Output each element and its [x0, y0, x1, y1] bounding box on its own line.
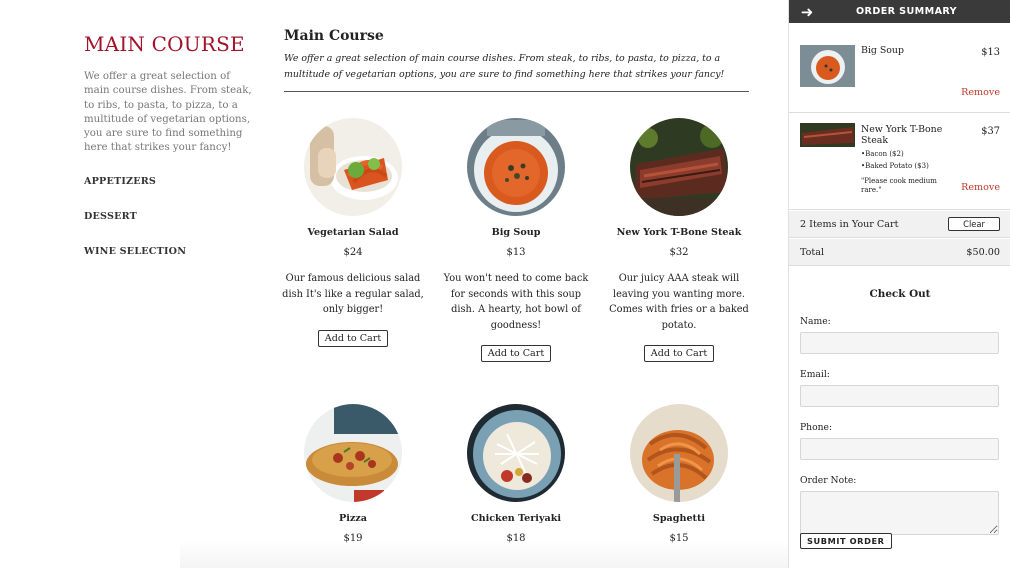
section-lead: We offer a great selection of main cours…	[284, 51, 749, 92]
checkout-form: Check Out Name: Email: Phone: Order Note…	[800, 288, 1000, 539]
order-note-label: Order Note:	[800, 475, 857, 486]
dish-description: Our juicy AAA steak will leaving you wan…	[609, 273, 749, 331]
nav-item-dessert[interactable]: DESSERT	[84, 211, 254, 222]
cart-item-name: Big Soup	[861, 45, 904, 56]
dish-name: Pizza	[339, 513, 367, 524]
clear-cart-button[interactable]: Clear	[948, 217, 1000, 231]
order-note-field[interactable]	[800, 491, 999, 535]
checkout-title: Check Out	[869, 288, 931, 300]
dish-name: Spaghetti	[652, 513, 706, 524]
cart-item-name: New York T-Bone Steak	[861, 124, 943, 146]
cart-item-option: Baked Potato ($3)	[861, 161, 929, 173]
cart-count-bar: 2 Items in Your Cart Clear	[789, 211, 1010, 238]
cart-item-option: Bacon ($2)	[861, 149, 929, 161]
dish-name: Big Soup	[491, 227, 541, 238]
dish-card-pizza: Pizza $19	[277, 404, 429, 544]
steak-photo-icon	[630, 118, 728, 216]
cart-item-options: Bacon ($2) Baked Potato ($3)	[861, 149, 929, 172]
order-summary-header: ➜ ORDER SUMMARY	[789, 0, 1010, 23]
name-label: Name:	[800, 316, 831, 327]
pizza-photo-icon	[304, 404, 402, 502]
order-summary-title: ORDER SUMMARY	[855, 6, 957, 17]
dish-description: Our famous delicious salad dish It's lik…	[282, 273, 424, 315]
salad-photo-icon	[304, 118, 402, 216]
phone-field[interactable]	[800, 438, 999, 460]
email-label: Email:	[800, 369, 830, 380]
cart-count: 2 Items in Your Cart	[800, 218, 899, 230]
category-intro: We offer a great selection of main cours…	[84, 71, 252, 154]
dish-price: $24	[343, 247, 363, 258]
teriyaki-photo-icon	[467, 404, 565, 502]
total-bar: Total $50.00	[789, 239, 1010, 266]
soup-thumb-icon	[800, 45, 855, 87]
nav-item-appetizers[interactable]: APPETIZERS	[84, 176, 254, 187]
dish-name: New York T-Bone Steak	[616, 227, 742, 238]
cart-item-price: $37	[981, 126, 1000, 137]
phone-label: Phone:	[800, 422, 833, 433]
dish-card-big-soup: Big Soup $13 You won't need to come back…	[440, 118, 592, 362]
email-field[interactable]	[800, 385, 999, 407]
total-label: Total	[800, 246, 825, 258]
category-title: MAIN COURSE	[84, 32, 245, 56]
name-field[interactable]	[800, 332, 999, 354]
category-nav: APPETIZERS DESSERT WINE SELECTION	[84, 176, 254, 257]
nav-item-wine-selection[interactable]: WINE SELECTION	[84, 246, 254, 257]
section-heading: Main Course	[284, 28, 384, 44]
dish-card-spaghetti: Spaghetti $15	[603, 404, 755, 544]
soup-photo-icon	[467, 118, 565, 216]
cart-item-t-bone-steak: New York T-Bone Steak $37 Bacon ($2) Bak…	[789, 113, 1010, 210]
spaghetti-photo-icon	[630, 404, 728, 502]
steak-thumb-icon	[800, 123, 855, 147]
menu-main: Main Course We offer a great selection o…	[284, 28, 749, 92]
submit-order-button[interactable]: SUBMIT ORDER	[800, 533, 892, 549]
dish-card-new-york-t-bone-steak: New York T-Bone Steak $32 Our juicy AAA …	[603, 118, 755, 362]
add-to-cart-button[interactable]: Add to Cart	[317, 329, 389, 347]
add-to-cart-button[interactable]: Add to Cart	[643, 345, 715, 362]
remove-button[interactable]: Remove	[961, 87, 1000, 98]
dish-card-chicken-teriyaki: Chicken Teriyaki $18	[440, 404, 592, 544]
cart-item-note: "Please cook medium rare."	[861, 177, 937, 194]
cart-item-price: $13	[981, 47, 1000, 58]
category-sidebar: MAIN COURSE We offer a great selection o…	[84, 32, 254, 281]
cart-item-big-soup: Big Soup $13 Remove	[789, 23, 1010, 113]
dish-name: Chicken Teriyaki	[470, 513, 562, 524]
dish-price: $13	[506, 247, 526, 258]
total-value: $50.00	[966, 246, 1000, 258]
remove-button[interactable]: Remove	[961, 182, 1000, 193]
scroll-fade	[180, 540, 800, 568]
dish-card-vegetarian-salad: Vegetarian Salad $24 Our famous deliciou…	[277, 118, 429, 347]
add-to-cart-button[interactable]: Add to Cart	[480, 345, 552, 362]
arrow-right-icon[interactable]: ➜	[789, 3, 825, 21]
order-summary-panel: ➜ ORDER SUMMARY Big Soup $13 Remove New …	[788, 0, 1010, 568]
dish-price: $32	[669, 247, 689, 258]
dish-name: Vegetarian Salad	[307, 227, 399, 238]
dish-description: You won't need to come back for seconds …	[443, 273, 589, 331]
